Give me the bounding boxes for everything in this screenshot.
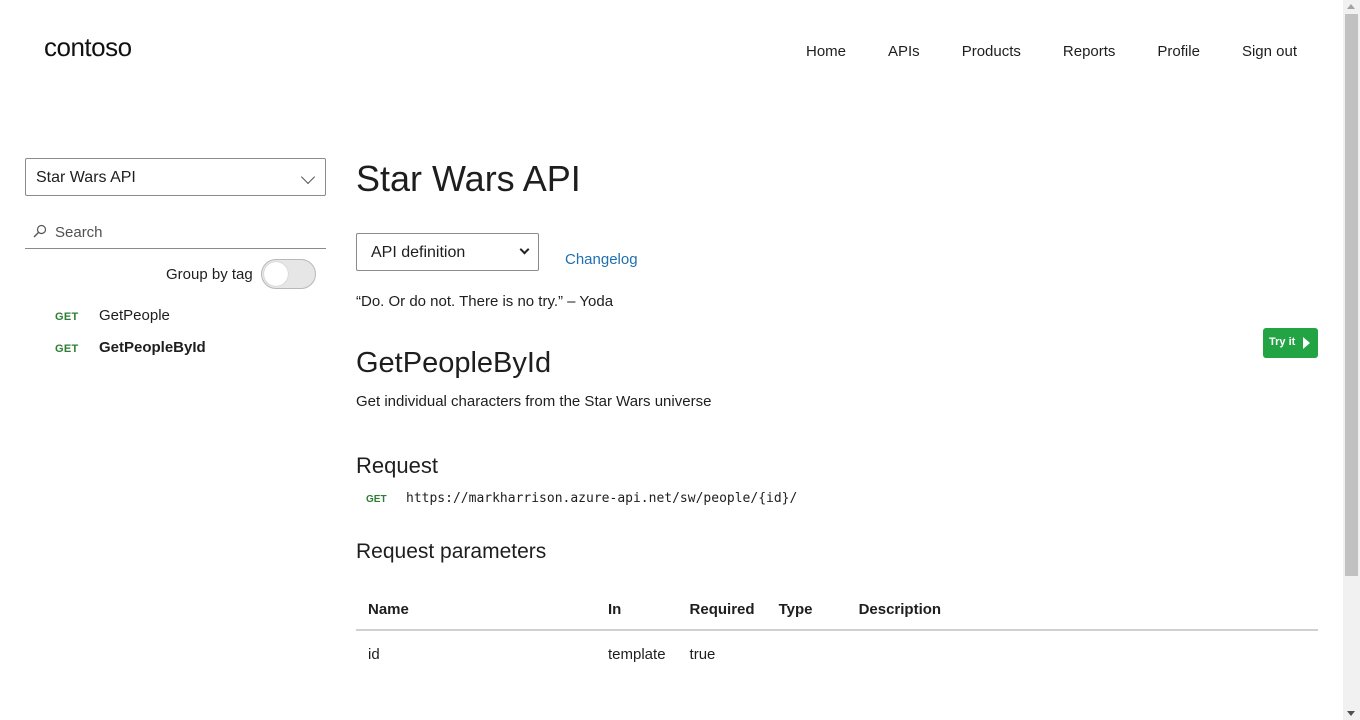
changelog-link[interactable]: Changelog bbox=[565, 251, 638, 268]
operation-item-getpeople[interactable]: GET GetPeople bbox=[55, 307, 170, 324]
api-select-value: Star Wars API bbox=[36, 169, 136, 186]
param-name: id bbox=[368, 646, 380, 663]
top-nav: Home APIs Products Reports Profile Sign … bbox=[764, 43, 1297, 60]
api-select[interactable]: Star Wars API bbox=[25, 158, 326, 196]
request-heading: Request bbox=[356, 453, 438, 478]
request-parameters-heading: Request parameters bbox=[356, 540, 547, 563]
try-it-label: Try it bbox=[1269, 336, 1296, 348]
column-header-required: Required bbox=[677, 590, 767, 631]
operation-name: GetPeopleById bbox=[99, 339, 206, 356]
group-by-tag-label: Group by tag bbox=[166, 266, 253, 283]
param-in: template bbox=[608, 646, 666, 663]
nav-apis[interactable]: APIs bbox=[888, 43, 920, 60]
table-row: id template true bbox=[356, 630, 1318, 678]
operation-title: GetPeopleById bbox=[356, 347, 552, 379]
column-header-type: Type bbox=[766, 590, 847, 631]
nav-reports[interactable]: Reports bbox=[1063, 43, 1116, 60]
operation-item-getpeoplebyid[interactable]: GET GetPeopleById bbox=[55, 339, 206, 356]
request-url: https://markharrison.azure-api.net/sw/pe… bbox=[406, 491, 798, 506]
definition-select-value: API definition bbox=[371, 244, 466, 261]
try-it-button[interactable]: Try it bbox=[1263, 328, 1318, 358]
column-header-description: Description bbox=[846, 590, 1318, 631]
group-by-tag-toggle[interactable] bbox=[261, 259, 316, 289]
request-parameters-table: Name In Required Type Description id tem… bbox=[356, 590, 1318, 678]
page-title: Star Wars API bbox=[356, 158, 581, 199]
get-method-badge: GET bbox=[55, 311, 79, 323]
nav-products[interactable]: Products bbox=[962, 43, 1021, 60]
search-icon bbox=[33, 224, 47, 238]
nav-sign-out[interactable]: Sign out bbox=[1242, 43, 1297, 60]
toggle-knob bbox=[264, 262, 288, 286]
scroll-up-icon[interactable] bbox=[1347, 4, 1355, 9]
chevron-down-icon bbox=[519, 244, 530, 255]
get-method-badge: GET bbox=[55, 343, 79, 355]
column-header-name: Name bbox=[356, 590, 596, 631]
param-type bbox=[767, 630, 847, 678]
scroll-down-icon[interactable] bbox=[1347, 711, 1355, 716]
operation-name: GetPeople bbox=[99, 307, 170, 324]
chevron-down-icon bbox=[300, 169, 316, 185]
search-input[interactable]: Search bbox=[25, 218, 326, 249]
api-description-quote: “Do. Or do not. There is no try.” – Yoda bbox=[356, 293, 614, 310]
definition-select[interactable]: API definition bbox=[356, 233, 539, 271]
column-header-in: In bbox=[596, 590, 678, 631]
table-header-row: Name In Required Type Description bbox=[356, 590, 1318, 631]
scrollbar-thumb[interactable] bbox=[1345, 14, 1358, 576]
param-required: true bbox=[689, 646, 716, 663]
request-url-line: GET https://markharrison.azure-api.net/s… bbox=[366, 491, 797, 506]
play-icon bbox=[1303, 337, 1310, 349]
search-placeholder: Search bbox=[55, 224, 103, 241]
nav-profile[interactable]: Profile bbox=[1157, 43, 1200, 60]
get-method-badge: GET bbox=[366, 494, 387, 505]
contoso-logo[interactable]: contoso bbox=[44, 32, 132, 63]
nav-home[interactable]: Home bbox=[806, 43, 846, 60]
page-scrollbar[interactable] bbox=[1343, 0, 1360, 720]
operation-description: Get individual characters from the Star … bbox=[356, 393, 712, 410]
param-description bbox=[847, 630, 1318, 678]
